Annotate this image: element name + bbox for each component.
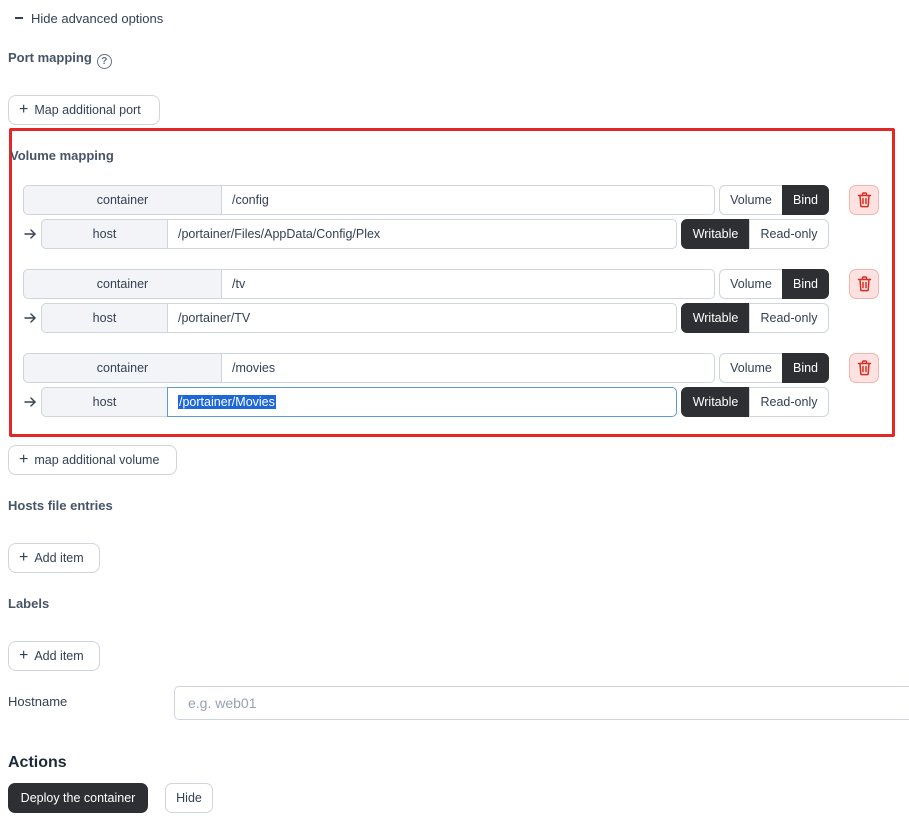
hosts-file-entries-title: Hosts file entries: [8, 498, 113, 513]
access-read-only-button[interactable]: Read-only: [749, 387, 829, 417]
port-mapping-title-text: Port mapping: [8, 50, 92, 65]
port-mapping-title: Port mapping?: [8, 50, 112, 69]
host-addon: host: [41, 219, 168, 249]
host-path-input[interactable]: /portainer/Files/AppData/Config/Plex: [167, 219, 677, 249]
help-circle-icon[interactable]: ?: [96, 54, 112, 69]
volume-mapping-title: Volume mapping: [10, 148, 114, 163]
host-path-value: /portainer/TV: [178, 311, 251, 325]
access-read-only-button[interactable]: Read-only: [749, 303, 829, 333]
access-writable-button[interactable]: Writable: [681, 303, 750, 333]
access-read-only-button[interactable]: Read-only: [749, 219, 829, 249]
remove-volume-button[interactable]: [849, 269, 879, 299]
hostname-label: Hostname: [8, 694, 68, 709]
labels-title: Labels: [8, 596, 50, 611]
container-addon: container: [23, 269, 222, 299]
volume-type-volume-button[interactable]: Volume: [719, 269, 783, 299]
plus-icon: +: [19, 451, 29, 468]
host-path-value: /portainer/Files/AppData/Config/Plex: [178, 227, 381, 241]
map-additional-port-label: Map additional port: [34, 103, 141, 117]
map-additional-port-button[interactable]: + Map additional port: [8, 95, 160, 125]
minus-icon: [15, 17, 23, 19]
host-path-input[interactable]: /portainer/TV: [167, 303, 677, 333]
hostname-input[interactable]: [174, 686, 909, 720]
container-path-value: /movies: [232, 361, 276, 375]
arrow-right-icon: [24, 310, 36, 326]
remove-volume-button[interactable]: [849, 185, 879, 215]
map-additional-volume-label: map additional volume: [34, 453, 160, 467]
plus-icon: +: [19, 101, 29, 118]
container-addon: container: [23, 185, 222, 215]
host-path-value: /portainer/Movies: [178, 395, 276, 409]
actions-title: Actions: [8, 754, 67, 771]
container-path-input[interactable]: /movies: [221, 353, 715, 383]
trash-icon: [857, 360, 871, 376]
container-path-input[interactable]: /config: [221, 185, 715, 215]
access-writable-button[interactable]: Writable: [681, 219, 750, 249]
volume-type-volume-button[interactable]: Volume: [719, 185, 783, 215]
plus-icon: +: [19, 647, 29, 664]
access-writable-button[interactable]: Writable: [681, 387, 750, 417]
hide-button[interactable]: Hide: [165, 783, 213, 813]
volume-type-volume-button[interactable]: Volume: [719, 353, 783, 383]
host-path-input[interactable]: /portainer/Movies: [167, 387, 677, 417]
map-additional-volume-button[interactable]: + map additional volume: [8, 445, 177, 475]
host-addon: host: [41, 387, 168, 417]
plus-icon: +: [19, 549, 29, 566]
hide-advanced-options-label: Hide advanced options: [31, 10, 164, 26]
arrow-right-icon: [24, 226, 36, 242]
labels-add-item-button[interactable]: + Add item: [8, 641, 100, 671]
labels-add-item-label: Add item: [34, 649, 84, 663]
arrow-right-icon: [24, 394, 36, 410]
hosts-add-item-label: Add item: [34, 551, 84, 565]
container-path-value: /config: [232, 193, 269, 207]
deploy-container-button[interactable]: Deploy the container: [8, 783, 148, 813]
host-addon: host: [41, 303, 168, 333]
volume-type-bind-button[interactable]: Bind: [782, 185, 829, 215]
trash-icon: [857, 192, 871, 208]
volume-type-bind-button[interactable]: Bind: [782, 269, 829, 299]
container-path-value: /tv: [232, 277, 246, 291]
hosts-add-item-button[interactable]: + Add item: [8, 543, 100, 573]
remove-volume-button[interactable]: [849, 353, 879, 383]
volume-type-bind-button[interactable]: Bind: [782, 353, 829, 383]
container-path-input[interactable]: /tv: [221, 269, 715, 299]
container-addon: container: [23, 353, 222, 383]
hide-advanced-options-toggle[interactable]: Hide advanced options: [8, 8, 163, 28]
trash-icon: [857, 276, 871, 292]
